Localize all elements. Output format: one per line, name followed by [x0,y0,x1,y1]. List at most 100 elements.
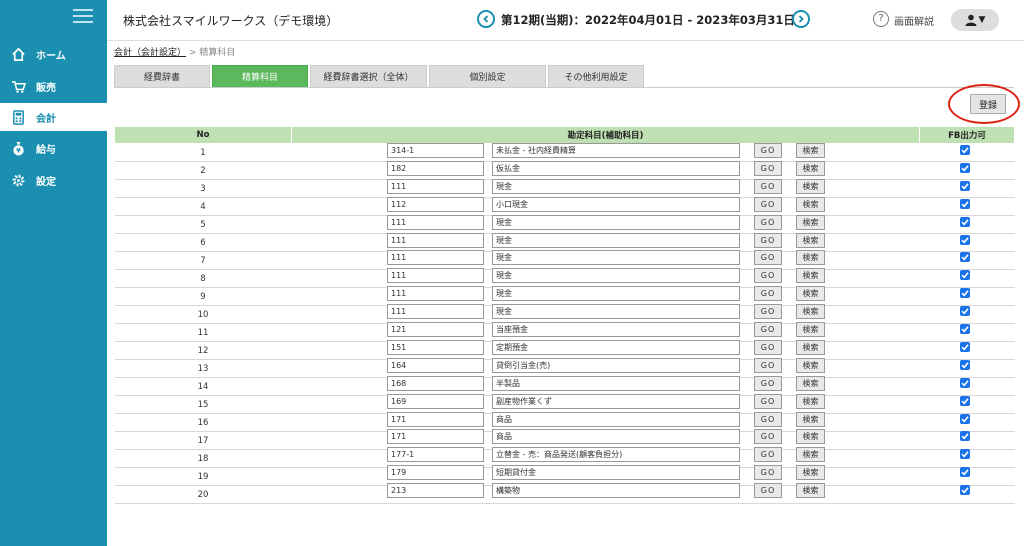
account-code-input[interactable]: 111 [387,215,484,230]
fb-output-checkbox[interactable] [960,235,970,245]
account-name-input[interactable]: 商品 [492,412,740,427]
help-link[interactable]: 画面解説 [894,13,934,28]
search-button[interactable]: 検索 [796,358,825,373]
account-code-input[interactable]: 111 [387,179,484,194]
go-button[interactable]: GO [754,304,782,319]
fb-output-checkbox[interactable] [960,485,970,495]
search-button[interactable]: 検索 [796,197,825,212]
go-button[interactable]: GO [754,268,782,283]
search-button[interactable]: 検索 [796,304,825,319]
account-code-input[interactable]: 182 [387,161,484,176]
go-button[interactable]: GO [754,286,782,301]
search-button[interactable]: 検索 [796,340,825,355]
tab-other-settings[interactable]: その他利用設定 [548,65,644,87]
breadcrumb-link[interactable]: 会計（会計設定） [114,48,186,58]
go-button[interactable]: GO [754,376,782,391]
go-button[interactable]: GO [754,143,782,158]
go-button[interactable]: GO [754,322,782,337]
go-button[interactable]: GO [754,412,782,427]
account-name-input[interactable]: 未払金 - 社内経費精算 [492,143,740,158]
register-button[interactable]: 登録 [970,94,1006,114]
tab-expense-dictionary-selection[interactable]: 経費辞書選択（全体） [310,65,427,87]
account-code-input[interactable]: 164 [387,358,484,373]
fb-output-checkbox[interactable] [960,342,970,352]
sidebar-item-accounting[interactable]: 会計 [0,103,107,131]
go-button[interactable]: GO [754,197,782,212]
search-button[interactable]: 検索 [796,179,825,194]
go-button[interactable]: GO [754,161,782,176]
fb-output-checkbox[interactable] [960,199,970,209]
fb-output-checkbox[interactable] [960,288,970,298]
account-name-input[interactable]: 貸倒引当金(売) [492,358,740,373]
go-button[interactable]: GO [754,447,782,462]
account-code-input[interactable]: 171 [387,412,484,427]
user-menu-button[interactable]: ▼ [951,9,999,31]
account-code-input[interactable]: 112 [387,197,484,212]
search-button[interactable]: 検索 [796,447,825,462]
fb-output-checkbox[interactable] [960,431,970,441]
account-name-input[interactable]: 当座預金 [492,322,740,337]
account-name-input[interactable]: 短期貸付金 [492,465,740,480]
sidebar-item-settings[interactable]: 設定 [0,166,107,194]
go-button[interactable]: GO [754,394,782,409]
search-button[interactable]: 検索 [796,483,825,498]
sidebar-item-payroll[interactable]: ¥ 給与 [0,134,107,162]
search-button[interactable]: 検索 [796,322,825,337]
fb-output-checkbox[interactable] [960,181,970,191]
fb-output-checkbox[interactable] [960,378,970,388]
account-code-input[interactable]: 169 [387,394,484,409]
account-code-input[interactable]: 179 [387,465,484,480]
fb-output-checkbox[interactable] [960,414,970,424]
go-button[interactable]: GO [754,465,782,480]
account-code-input[interactable]: 111 [387,268,484,283]
search-button[interactable]: 検索 [796,161,825,176]
search-button[interactable]: 検索 [796,376,825,391]
account-code-input[interactable]: 168 [387,376,484,391]
next-period-button[interactable] [792,10,810,28]
fb-output-checkbox[interactable] [960,467,970,477]
account-name-input[interactable]: 副産物作業くず [492,394,740,409]
account-name-input[interactable]: 現金 [492,304,740,319]
search-button[interactable]: 検索 [796,465,825,480]
fb-output-checkbox[interactable] [960,306,970,316]
account-code-input[interactable]: 111 [387,304,484,319]
search-button[interactable]: 検索 [796,286,825,301]
search-button[interactable]: 検索 [796,412,825,427]
menu-toggle-icon[interactable] [73,9,93,25]
account-name-input[interactable]: 現金 [492,233,740,248]
go-button[interactable]: GO [754,358,782,373]
account-name-input[interactable]: 立替金 - 売：商品発送(顧客負担分) [492,447,740,462]
go-button[interactable]: GO [754,179,782,194]
tab-individual-settings[interactable]: 個別設定 [429,65,546,87]
account-code-input[interactable]: 314-1 [387,143,484,158]
account-name-input[interactable]: 仮払金 [492,161,740,176]
tab-expense-dictionary[interactable]: 経費辞書 [114,65,210,87]
account-name-input[interactable]: 定期預金 [492,340,740,355]
search-button[interactable]: 検索 [796,394,825,409]
search-button[interactable]: 検索 [796,215,825,230]
account-name-input[interactable]: 小口現金 [492,197,740,212]
fb-output-checkbox[interactable] [960,324,970,334]
tab-settlement-accounts[interactable]: 精算科目 [212,65,308,87]
go-button[interactable]: GO [754,340,782,355]
search-button[interactable]: 検索 [796,233,825,248]
fb-output-checkbox[interactable] [960,163,970,173]
account-name-input[interactable]: 現金 [492,268,740,283]
account-code-input[interactable]: 121 [387,322,484,337]
go-button[interactable]: GO [754,215,782,230]
account-code-input[interactable]: 171 [387,429,484,444]
account-name-input[interactable]: 現金 [492,179,740,194]
account-code-input[interactable]: 151 [387,340,484,355]
account-name-input[interactable]: 現金 [492,250,740,265]
previous-period-button[interactable] [477,10,495,28]
account-code-input[interactable]: 111 [387,233,484,248]
sidebar-item-sales[interactable]: 販売 [0,72,107,100]
go-button[interactable]: GO [754,250,782,265]
fb-output-checkbox[interactable] [960,252,970,262]
search-button[interactable]: 検索 [796,429,825,444]
fb-output-checkbox[interactable] [960,145,970,155]
account-name-input[interactable]: 現金 [492,286,740,301]
account-name-input[interactable]: 商品 [492,429,740,444]
go-button[interactable]: GO [754,429,782,444]
fb-output-checkbox[interactable] [960,449,970,459]
